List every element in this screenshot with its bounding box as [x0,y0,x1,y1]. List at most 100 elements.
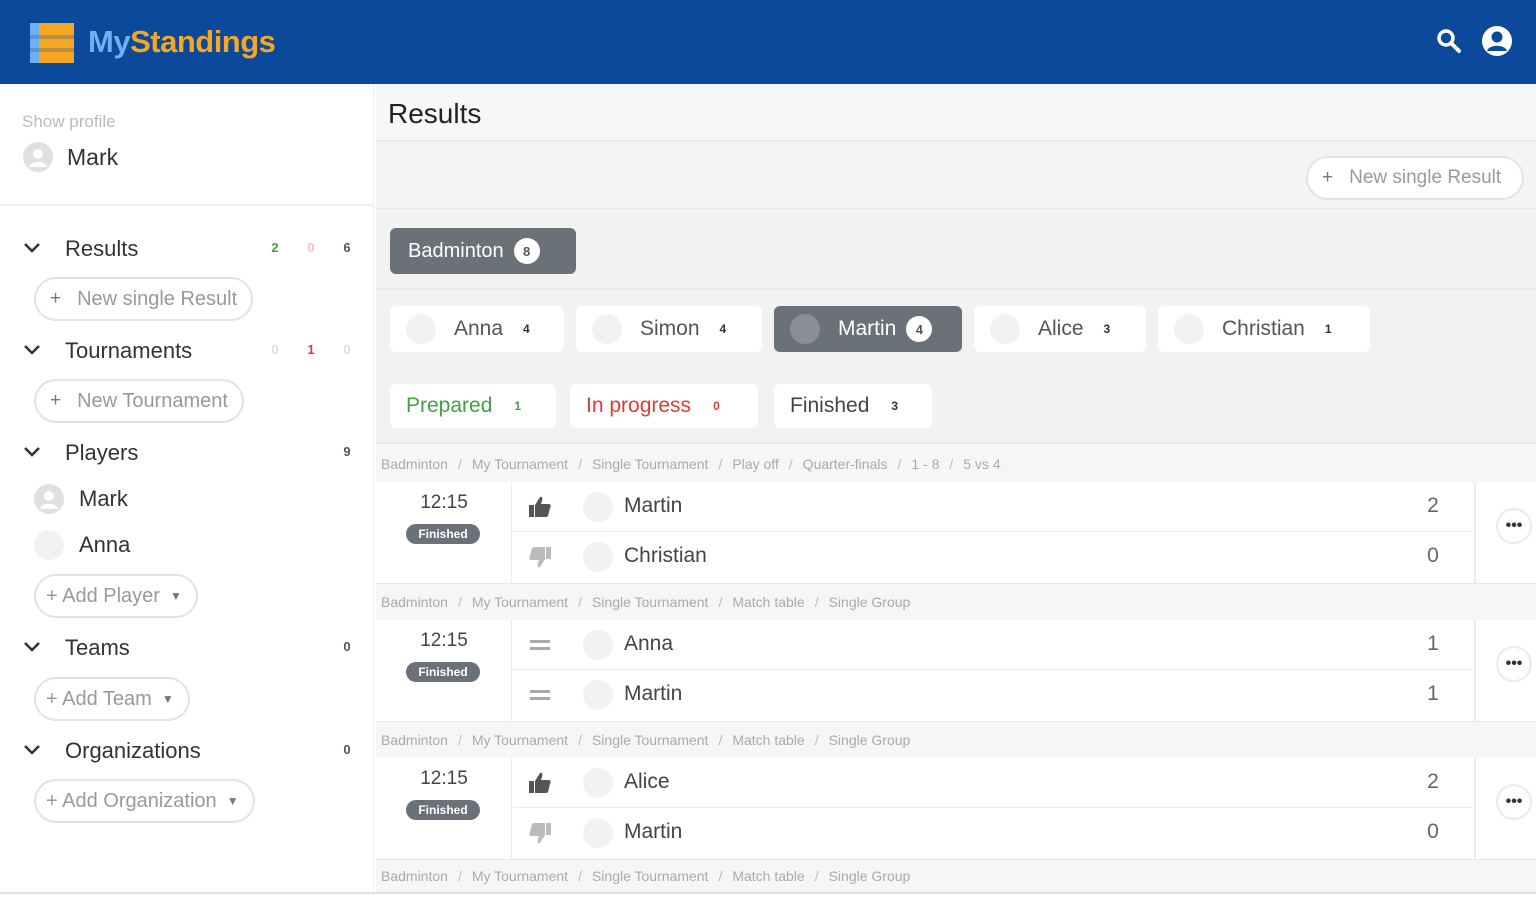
sidebar: Show profile Mark Results 2 0 6 + New sin… [0,84,374,892]
chevron-down-icon[interactable] [22,442,42,462]
chevron-down-icon[interactable] [22,340,42,360]
search-icon[interactable] [1432,24,1466,58]
breadcrumb-item[interactable]: My Tournament [472,594,568,610]
more-options-icon[interactable]: ••• [1496,784,1532,820]
match-score: 1 [1427,632,1439,655]
player-chip-alice[interactable]: Alice 3 [974,306,1146,352]
player-chip-name: Alice [1038,317,1084,340]
player-chip-anna[interactable]: Anna 4 [390,306,564,352]
match-status-badge: Finished [406,800,480,820]
player-name: Mark [79,486,128,511]
breadcrumb-item[interactable]: Play off [732,456,778,472]
match-player-line[interactable]: Christian 0 [513,532,1473,582]
match-player-line[interactable]: Martin 0 [513,808,1473,858]
breadcrumb-item[interactable]: Match table [732,732,804,748]
breadcrumb-item[interactable]: Single Group [829,732,911,748]
sport-label: Badminton [408,239,504,262]
profile-panel[interactable]: Show profile Mark [0,84,373,206]
status-count: 0 [713,399,720,413]
match-player-line[interactable]: Martin 1 [513,670,1473,720]
match-player-line[interactable]: Alice 2 [513,758,1473,808]
breadcrumb-item[interactable]: Single Tournament [592,594,708,610]
match-player-name: Christian [624,544,707,567]
new-single-result-button[interactable]: + New single Result [34,277,254,321]
caret-down-icon: ▼ [226,794,239,808]
match-menu-cell: ••• [1474,758,1536,860]
player-chip-martin[interactable]: Martin 4 [774,306,962,352]
breadcrumb-item[interactable]: Match table [732,868,804,884]
new-tournament-button[interactable]: + New Tournament [34,379,244,423]
breadcrumb-item[interactable]: Single Tournament [592,732,708,748]
more-options-icon[interactable]: ••• [1496,508,1532,544]
breadcrumb-item[interactable]: Single Group [829,594,911,610]
match-player-name: Alice [624,770,670,793]
match-breadcrumb: Badminton / My Tournament / Single Tournam… [376,584,1536,620]
match-breadcrumb: Badminton / My Tournament / Single Tournam… [376,722,1536,758]
add-player-button[interactable]: + Add Player ▼ [34,574,198,618]
match-breadcrumb: Badminton / My Tournament / Single Tournam… [376,860,1536,892]
tournaments-count-finished: 0 [343,342,351,357]
organizations-count: 0 [343,742,351,757]
sidebar-player-item[interactable]: Anna [0,524,374,564]
status-chip-in-progress[interactable]: In progress 0 [570,384,758,428]
sidebar-section-results[interactable]: Results 2 0 6 [0,228,374,268]
match-row[interactable]: 12:15 Finished Alice 2 Martin 0 ••• [376,758,1536,860]
chevron-down-icon[interactable] [22,637,42,657]
status-count: 3 [891,399,899,413]
sidebar-section-organizations[interactable]: Organizations 0 [0,730,374,770]
player-chip-simon[interactable]: Simon 4 [576,306,762,352]
profile-name: Mark [67,144,119,170]
player-avatar-icon [583,630,613,660]
player-avatar-icon [406,314,436,344]
player-avatar-icon [583,768,613,798]
new-tournament-label: New Tournament [77,389,228,412]
status-chip-prepared[interactable]: Prepared 1 [390,384,556,428]
match-player-name: Martin [624,820,683,843]
caret-down-icon: ▼ [169,589,182,603]
breadcrumb-item[interactable]: 5 vs 4 [963,456,1000,472]
match-player-name: Martin [624,494,683,517]
sport-chip-badminton[interactable]: Badminton 8 [390,228,576,274]
breadcrumb-item[interactable]: Badminton [381,868,448,884]
teams-count: 0 [343,639,351,654]
sport-count-badge: 8 [513,238,540,264]
breadcrumb-item[interactable]: Badminton [381,456,448,472]
match-menu-cell: ••• [1474,482,1536,584]
sidebar-section-teams[interactable]: Teams 0 [0,627,374,667]
new-single-result-top-button[interactable]: + New single Result [1306,156,1524,200]
chevron-down-icon[interactable] [22,740,42,760]
breadcrumb-item[interactable]: My Tournament [472,732,568,748]
breadcrumb-item[interactable]: Badminton [381,732,448,748]
breadcrumb-item[interactable]: Badminton [381,594,448,610]
chevron-down-icon[interactable] [22,238,42,258]
breadcrumb-item[interactable]: My Tournament [472,456,568,472]
breadcrumb-item[interactable]: Single Tournament [592,868,708,884]
breadcrumb-item[interactable]: Quarter-finals [803,456,888,472]
breadcrumb-item[interactable]: Single Group [829,868,911,884]
player-chip-christian[interactable]: Christian 1 [1158,306,1370,352]
app-brand[interactable]: MyStandings [88,24,276,60]
thumbs-down-icon [529,547,551,568]
add-organization-button[interactable]: + Add Organization ▼ [34,779,255,823]
match-row[interactable]: 12:15 Finished Anna 1 Martin 1 ••• [376,620,1536,722]
sidebar-player-item[interactable]: Mark [0,478,374,518]
add-team-button[interactable]: + Add Team ▼ [34,677,190,721]
breadcrumb-item[interactable]: My Tournament [472,868,568,884]
more-options-icon[interactable]: ••• [1496,646,1532,682]
player-avatar-icon [583,492,613,522]
sidebar-section-tournaments[interactable]: Tournaments 0 1 0 [0,330,374,370]
brand-standings-text: Standings [130,24,276,59]
thumbs-down-icon [529,823,551,844]
player-avatar-icon [1174,314,1204,344]
match-player-line[interactable]: Martin 2 [513,482,1473,532]
breadcrumb-item[interactable]: 1 - 8 [911,456,939,472]
status-chip-finished[interactable]: Finished 3 [774,384,932,428]
match-row[interactable]: 12:15 Finished Martin 2 Christian 0 ••• [376,482,1536,584]
breadcrumb-item[interactable]: Match table [732,594,804,610]
match-score: 1 [1427,682,1439,705]
breadcrumb-item[interactable]: Single Tournament [592,456,708,472]
top-app-bar: MyStandings [0,0,1536,84]
match-player-line[interactable]: Anna 1 [513,620,1473,670]
sidebar-section-players[interactable]: Players 9 [0,432,374,472]
account-icon[interactable] [1480,24,1514,58]
